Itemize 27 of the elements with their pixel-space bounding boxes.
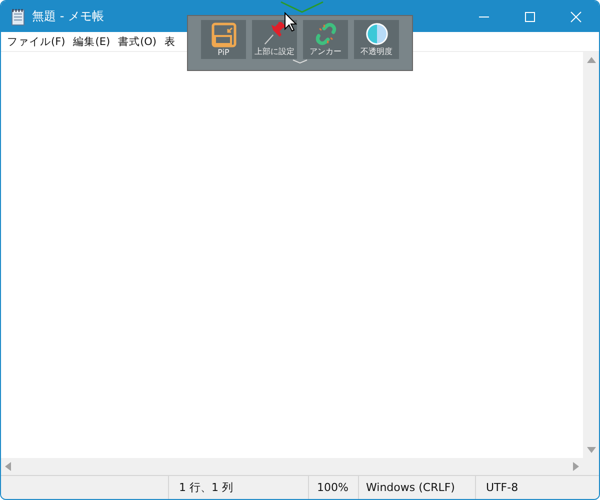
scroll-left-icon[interactable] — [5, 462, 11, 471]
chevron-icon — [280, 1, 324, 13]
toolbar-button[interactable]: アンカー — [303, 20, 348, 59]
status-text: 100% — [308, 476, 358, 499]
mouse-pointer-icon — [284, 12, 297, 32]
notepad-icon — [10, 8, 26, 26]
toolbar-button[interactable]: 不透明度 — [354, 20, 399, 59]
toolbar-button[interactable]: 上部に設定 — [252, 20, 297, 59]
window-title: 無題 - メモ帳 — [32, 8, 104, 25]
close-icon[interactable] — [570, 10, 582, 22]
half-circle-icon — [364, 22, 390, 46]
maximize-icon[interactable] — [524, 10, 536, 22]
toolbar-button[interactable]: PiP — [201, 20, 246, 59]
menu-item[interactable]: ファイル(F) — [3, 34, 70, 48]
status-text: 1 行、1 列 — [168, 476, 308, 499]
scroll-right-icon[interactable] — [573, 462, 579, 471]
menu-item[interactable]: 編集(E) — [69, 34, 114, 48]
picture-in-picture-icon — [210, 22, 236, 48]
scroll-up-icon[interactable] — [586, 57, 596, 63]
menu-item[interactable]: 表 — [160, 34, 180, 48]
vertical-scrollbar[interactable] — [583, 52, 599, 458]
menu-item[interactable]: 書式(O) — [114, 34, 161, 48]
horizontal-scrollbar[interactable] — [1, 458, 583, 475]
status-text: UTF-8 — [475, 476, 583, 499]
chevron-down-icon[interactable] — [292, 59, 308, 64]
status-text: Windows (CRLF) — [358, 476, 475, 499]
scroll-down-icon[interactable] — [586, 447, 596, 453]
